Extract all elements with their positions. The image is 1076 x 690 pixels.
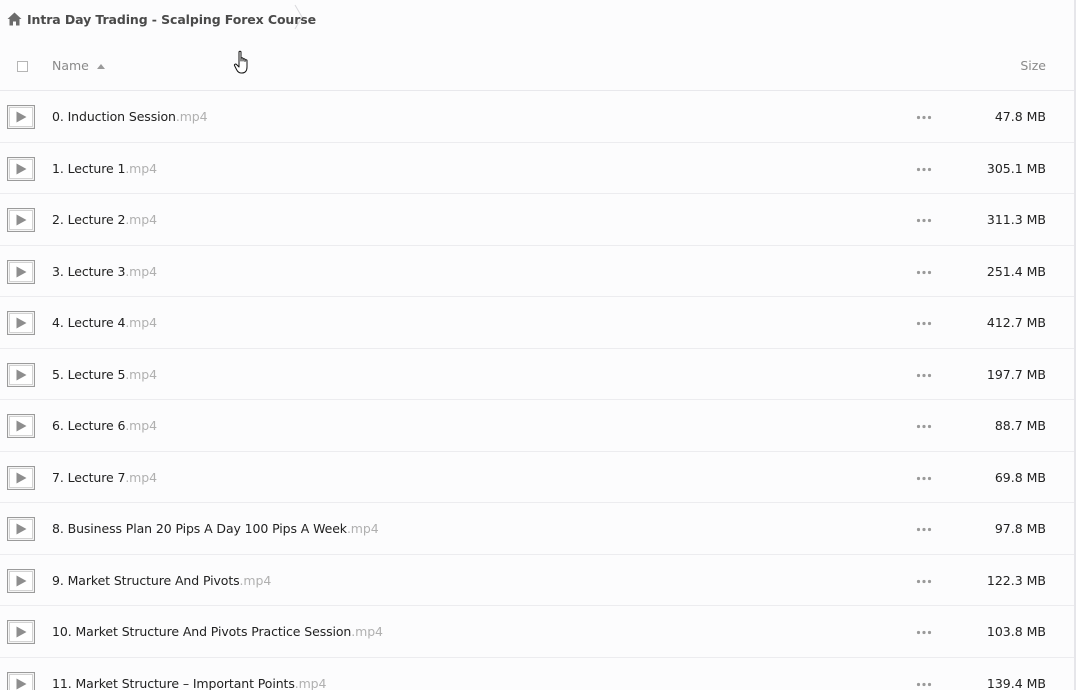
file-row[interactable]: 11. Market Structure – Important Points.… [0,658,1074,690]
more-options-icon[interactable] [916,321,932,326]
file-extension: .mp4 [125,366,157,382]
file-name-base: 8. Business Plan 20 Pips A Day 100 Pips … [52,521,347,536]
file-row[interactable]: 9. Market Structure And Pivots.mp4 122.3… [0,555,1074,606]
file-extension: .mp4 [125,160,157,176]
more-options-icon[interactable] [916,270,932,275]
file-row[interactable]: 4. Lecture 4.mp4 412.7 MB [0,297,1074,349]
file-name[interactable]: 0. Induction Session.mp4 [52,109,208,124]
video-file-icon [7,208,35,232]
more-options-icon[interactable] [916,167,932,172]
file-name[interactable]: 9. Market Structure And Pivots.mp4 [52,573,271,588]
hand-cursor-icon [233,50,248,74]
select-all-checkbox[interactable] [17,61,28,72]
file-name[interactable]: 8. Business Plan 20 Pips A Day 100 Pips … [52,521,379,536]
file-name-base: 11. Market Structure – Important Points [52,675,295,690]
file-extension: .mp4 [125,212,157,227]
home-icon[interactable] [7,12,22,26]
file-size: 305.1 MB [986,160,1046,176]
video-file-icon [7,156,35,181]
sort-ascending-icon[interactable] [97,64,105,69]
video-file-icon [7,362,35,387]
file-size: 103.8 MB [986,624,1046,639]
file-name[interactable]: 10. Market Structure And Pivots Practice… [52,624,383,639]
breadcrumb-separator-icon [294,4,303,30]
file-extension: .mp4 [175,109,208,124]
file-extension: .mp4 [346,521,379,536]
file-size: 311.3 MB [986,212,1046,227]
list-header: Name Size [0,44,1074,91]
file-row[interactable]: 7. Lecture 7.mp4 69.8 MB [0,452,1074,503]
file-size: 88.7 MB [994,418,1046,433]
more-options-icon[interactable] [916,373,932,378]
file-name-base: 5. Lecture 5 [52,366,126,382]
file-name[interactable]: 6. Lecture 6.mp4 [52,418,157,433]
file-row[interactable]: 3. Lecture 3.mp4 251.4 MB [0,246,1074,297]
video-file-icon [7,620,35,644]
file-name[interactable]: 3. Lecture 3.mp4 [52,264,157,279]
file-extension: .mp4 [351,624,383,639]
file-name[interactable]: 1. Lecture 1.mp4 [52,161,157,176]
file-name-base: 9. Market Structure And Pivots [52,572,240,588]
file-name-base: 3. Lecture 3 [52,263,126,279]
file-size: 69.8 MB [994,469,1046,485]
video-file-icon [7,568,35,593]
file-size: 47.8 MB [994,109,1046,124]
column-header-size[interactable]: Size [1020,58,1046,73]
file-row[interactable]: 2. Lecture 2.mp4 311.3 MB [0,194,1074,246]
video-file-icon [7,259,35,284]
file-extension: .mp4 [294,675,327,690]
file-row[interactable]: 10. Market Structure And Pivots Practice… [0,606,1074,658]
file-size: 197.7 MB [986,366,1046,382]
more-options-icon[interactable] [916,527,932,532]
video-file-icon [7,311,35,335]
file-name-base: 1. Lecture 1 [52,160,126,176]
file-extension: .mp4 [239,572,272,588]
video-file-icon [7,465,35,490]
file-row[interactable]: 1. Lecture 1.mp4 305.1 MB [0,143,1074,194]
breadcrumb-folder-title[interactable]: Intra Day Trading - Scalping Forex Cours… [27,12,316,27]
file-row[interactable]: 8. Business Plan 20 Pips A Day 100 Pips … [0,503,1074,555]
file-name[interactable]: 4. Lecture 4.mp4 [52,315,157,330]
file-list: 0. Induction Session.mp4 47.8 MB 1. Lect… [0,91,1074,690]
file-browser: Intra Day Trading - Scalping Forex Cours… [0,0,1076,690]
file-size: 412.7 MB [986,315,1046,330]
file-name[interactable]: 11. Market Structure – Important Points.… [52,676,326,690]
more-options-icon[interactable] [916,424,932,429]
more-options-icon[interactable] [916,115,932,120]
file-name[interactable]: 5. Lecture 5.mp4 [52,367,157,382]
video-file-icon [7,414,35,438]
file-name-base: 10. Market Structure And Pivots Practice… [52,624,352,639]
more-options-icon[interactable] [916,630,932,635]
file-extension: .mp4 [125,418,157,433]
file-row[interactable]: 6. Lecture 6.mp4 88.7 MB [0,400,1074,452]
file-size: 122.3 MB [986,572,1046,588]
file-size: 251.4 MB [986,263,1046,279]
more-options-icon[interactable] [916,682,932,687]
file-extension: .mp4 [125,263,157,279]
file-extension: .mp4 [125,315,157,330]
more-options-icon[interactable] [916,218,932,223]
video-file-icon [7,671,35,690]
file-name-base: 7. Lecture 7 [52,469,126,485]
file-name[interactable]: 7. Lecture 7.mp4 [52,470,157,485]
more-options-icon[interactable] [916,579,932,584]
file-size: 139.4 MB [986,675,1046,690]
breadcrumb: Intra Day Trading - Scalping Forex Cours… [7,8,316,30]
file-size: 97.8 MB [994,521,1046,536]
file-name-base: 2. Lecture 2 [52,212,126,227]
file-name-base: 0. Induction Session [52,109,176,124]
file-name-base: 4. Lecture 4 [52,315,126,330]
file-name[interactable]: 2. Lecture 2.mp4 [52,212,157,227]
file-extension: .mp4 [125,469,157,485]
file-row[interactable]: 0. Induction Session.mp4 47.8 MB [0,91,1074,143]
more-options-icon[interactable] [916,476,932,481]
video-file-icon [7,517,35,541]
file-row[interactable]: 5. Lecture 5.mp4 197.7 MB [0,349,1074,400]
file-name-base: 6. Lecture 6 [52,418,126,433]
column-header-name[interactable]: Name [52,58,89,73]
video-file-icon [7,105,35,129]
